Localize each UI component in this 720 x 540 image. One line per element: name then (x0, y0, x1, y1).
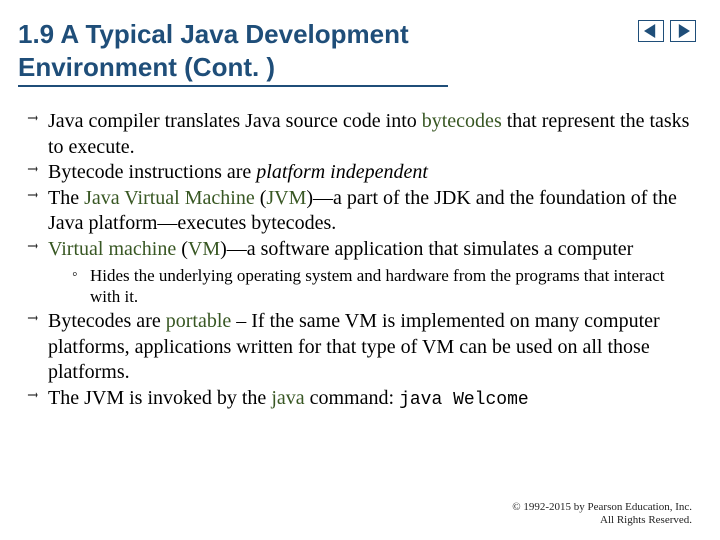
list-item: Java compiler translates Java source cod… (18, 109, 692, 160)
text: )—a software application that simulates … (220, 238, 633, 260)
list-item: The JVM is invoked by the java command: … (18, 386, 692, 412)
list-item: Virtual machine (VM)—a software applicat… (18, 237, 692, 307)
bullet-list: Java compiler translates Java source cod… (18, 109, 692, 412)
code-java-welcome: java Welcome (399, 390, 529, 410)
sub-list-item: Hides the underlying operating system an… (72, 265, 692, 308)
page-title: 1.9 A Typical Java Development Environme… (18, 18, 448, 87)
term-java: java (271, 387, 304, 409)
text: command: (305, 387, 399, 409)
term-vm-full: Virtual machine (48, 238, 176, 260)
list-item: The Java Virtual Machine (JVM)—a part of… (18, 186, 692, 237)
text: Java compiler translates Java source cod… (48, 110, 422, 132)
list-item: Bytecode instructions are platform indep… (18, 160, 692, 186)
text: The JVM is invoked by the (48, 387, 271, 409)
triangle-left-icon (644, 24, 658, 38)
term-jvm: JVM (266, 187, 306, 209)
copyright-footer: © 1992-2015 by Pearson Education, Inc. A… (512, 501, 692, 529)
text: Bytecodes are (48, 310, 166, 332)
nav-controls (638, 20, 696, 42)
prev-button[interactable] (638, 20, 664, 42)
sub-list: Hides the underlying operating system an… (48, 265, 692, 308)
term-vm: VM (188, 238, 220, 260)
emphasis: platform independent (256, 161, 428, 183)
term-portable: portable (166, 310, 232, 332)
text: ( (255, 187, 267, 209)
copyright-line2: All Rights Reserved. (512, 514, 692, 528)
next-button[interactable] (670, 20, 696, 42)
term-bytecodes: bytecodes (422, 110, 502, 132)
text: ( (176, 238, 188, 260)
copyright-line1: © 1992-2015 by Pearson Education, Inc. (512, 501, 692, 515)
list-item: Bytecodes are portable – If the same VM … (18, 309, 692, 386)
text: Bytecode instructions are (48, 161, 256, 183)
term-jvm-full: Java Virtual Machine (84, 187, 255, 209)
triangle-right-icon (676, 24, 690, 38)
text: The (48, 187, 84, 209)
